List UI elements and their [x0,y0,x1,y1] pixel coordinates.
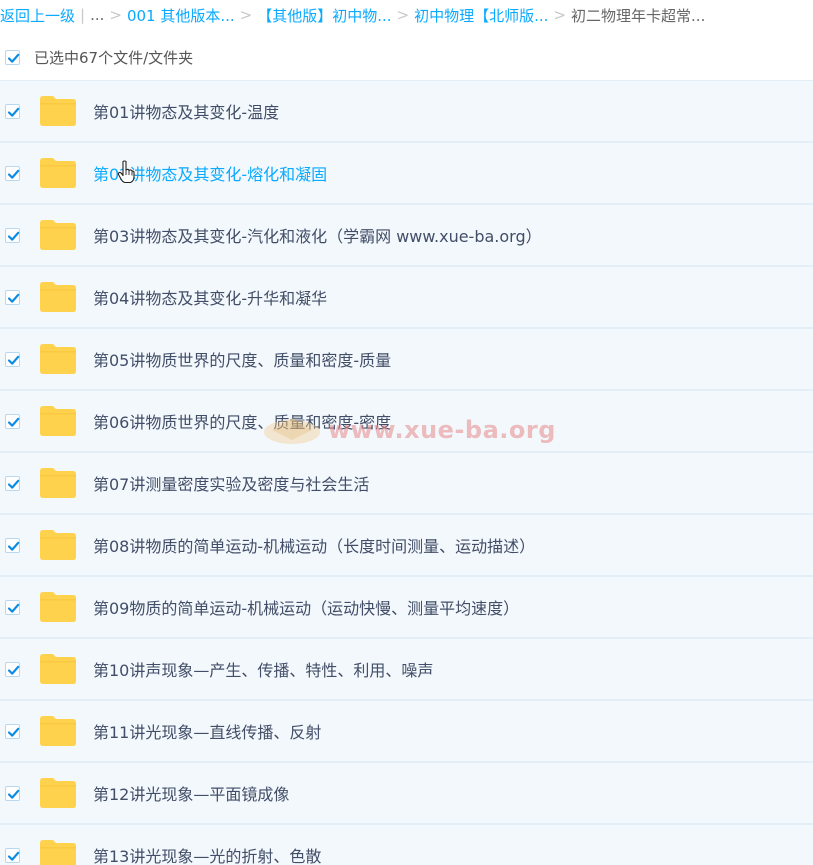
row-checkbox[interactable] [5,661,20,677]
selection-count: 已选中67个文件/文件夹 [34,48,194,67]
file-name[interactable]: 第07讲测量密度实验及密度与社会生活 [93,471,369,495]
folder-icon [39,529,77,561]
file-manager: 返回上一级 | ... > 001 其他版本... > 【其他版】初中物... … [0,0,813,865]
file-list: 第01讲物态及其变化-温度 第02讲物态及其变化-熔化和凝固 第03讲物态及其变… [0,80,813,865]
breadcrumb-arrow-icon: > [239,6,253,24]
row-checkbox[interactable] [5,475,20,491]
checkmark-icon [7,53,20,63]
checkmark-icon [7,169,20,179]
file-name[interactable]: 第05讲物质世界的尺度、质量和密度-质量 [93,347,391,371]
checkmark-icon [7,603,20,613]
file-name[interactable]: 第06讲物质世界的尺度、质量和密度-密度 [93,409,391,433]
list-item[interactable]: 第06讲物质世界的尺度、质量和密度-密度 [0,391,813,453]
row-checkbox[interactable] [5,723,20,739]
checkmark-icon [7,665,20,675]
folder-icon [39,653,77,685]
folder-icon [39,777,77,809]
folder-icon [39,95,77,127]
checkmark-icon [7,293,20,303]
file-name[interactable]: 第13讲光现象—光的折射、色散 [93,843,321,865]
file-name[interactable]: 第12讲光现象—平面镜成像 [93,781,289,805]
folder-icon [39,219,77,251]
list-item[interactable]: 第02讲物态及其变化-熔化和凝固 [0,143,813,205]
file-name[interactable]: 第03讲物态及其变化-汽化和液化（学霸网 www.xue-ba.org） [93,223,542,247]
row-checkbox[interactable] [5,847,20,863]
breadcrumb-divider: | [80,6,86,24]
list-item[interactable]: 第08讲物质的简单运动-机械运动（长度时间测量、运动描述） [0,515,813,577]
row-checkbox[interactable] [5,537,20,553]
row-checkbox[interactable] [5,103,20,119]
breadcrumb-item-2[interactable]: 【其他版】初中物... [257,5,391,26]
list-item[interactable]: 第11讲光现象—直线传播、反射 [0,701,813,763]
file-name[interactable]: 第08讲物质的简单运动-机械运动（长度时间测量、运动描述） [93,533,535,557]
checkmark-icon [7,231,20,241]
row-checkbox[interactable] [5,227,20,243]
list-item[interactable]: 第01讲物态及其变化-温度 [0,80,813,143]
row-checkbox[interactable] [5,289,20,305]
file-name[interactable]: 第09物质的简单运动-机械运动（运动快慢、测量平均速度） [93,595,519,619]
folder-icon [39,839,77,865]
file-name[interactable]: 第01讲物态及其变化-温度 [93,99,279,123]
list-item[interactable]: 第05讲物质世界的尺度、质量和密度-质量 [0,329,813,391]
folder-icon [39,281,77,313]
folder-icon [39,715,77,747]
list-item[interactable]: 第10讲声现象—产生、传播、特性、利用、噪声 [0,639,813,701]
checkmark-icon [7,851,20,861]
file-name[interactable]: 第04讲物态及其变化-升华和凝华 [93,285,327,309]
breadcrumb-item-1[interactable]: 001 其他版本... [127,5,235,26]
folder-icon [39,343,77,375]
breadcrumb-current: 初二物理年卡超常... [571,6,706,25]
folder-icon [39,405,77,437]
list-item[interactable]: 第12讲光现象—平面镜成像 [0,763,813,825]
back-link[interactable]: 返回上一级 [0,5,75,26]
file-name[interactable]: 第11讲光现象—直线传播、反射 [93,719,321,743]
checkmark-icon [7,789,20,799]
checkmark-icon [7,727,20,737]
folder-icon [39,591,77,623]
breadcrumb-item-3[interactable]: 初中物理【北师版... [414,5,548,26]
breadcrumb-arrow-icon: > [553,6,567,24]
row-checkbox[interactable] [5,165,20,181]
checkmark-icon [7,417,20,427]
folder-icon [39,467,77,499]
folder-icon [39,157,77,189]
checkmark-icon [7,355,20,365]
breadcrumb-arrow-icon: > [109,6,122,24]
breadcrumb-ellipsis[interactable]: ... [90,6,104,24]
file-name[interactable]: 第10讲声现象—产生、传播、特性、利用、噪声 [93,657,433,681]
checkmark-icon [7,479,20,489]
breadcrumb-arrow-icon: > [396,6,410,24]
list-item[interactable]: 第04讲物态及其变化-升华和凝华 [0,267,813,329]
row-checkbox[interactable] [5,351,20,367]
selection-header: 已选中67个文件/文件夹 [0,42,813,72]
select-all-checkbox[interactable] [5,49,20,65]
list-item[interactable]: 第03讲物态及其变化-汽化和液化（学霸网 www.xue-ba.org） [0,205,813,267]
file-name[interactable]: 第02讲物态及其变化-熔化和凝固 [93,161,327,185]
list-item[interactable]: 第09物质的简单运动-机械运动（运动快慢、测量平均速度） [0,577,813,639]
list-item[interactable]: 第07讲测量密度实验及密度与社会生活 [0,453,813,515]
list-item[interactable]: 第13讲光现象—光的折射、色散 [0,825,813,865]
row-checkbox[interactable] [5,599,20,615]
row-checkbox[interactable] [5,785,20,801]
checkmark-icon [7,541,20,551]
row-checkbox[interactable] [5,413,20,429]
breadcrumb: 返回上一级 | ... > 001 其他版本... > 【其他版】初中物... … [0,0,813,30]
checkmark-icon [7,107,20,117]
